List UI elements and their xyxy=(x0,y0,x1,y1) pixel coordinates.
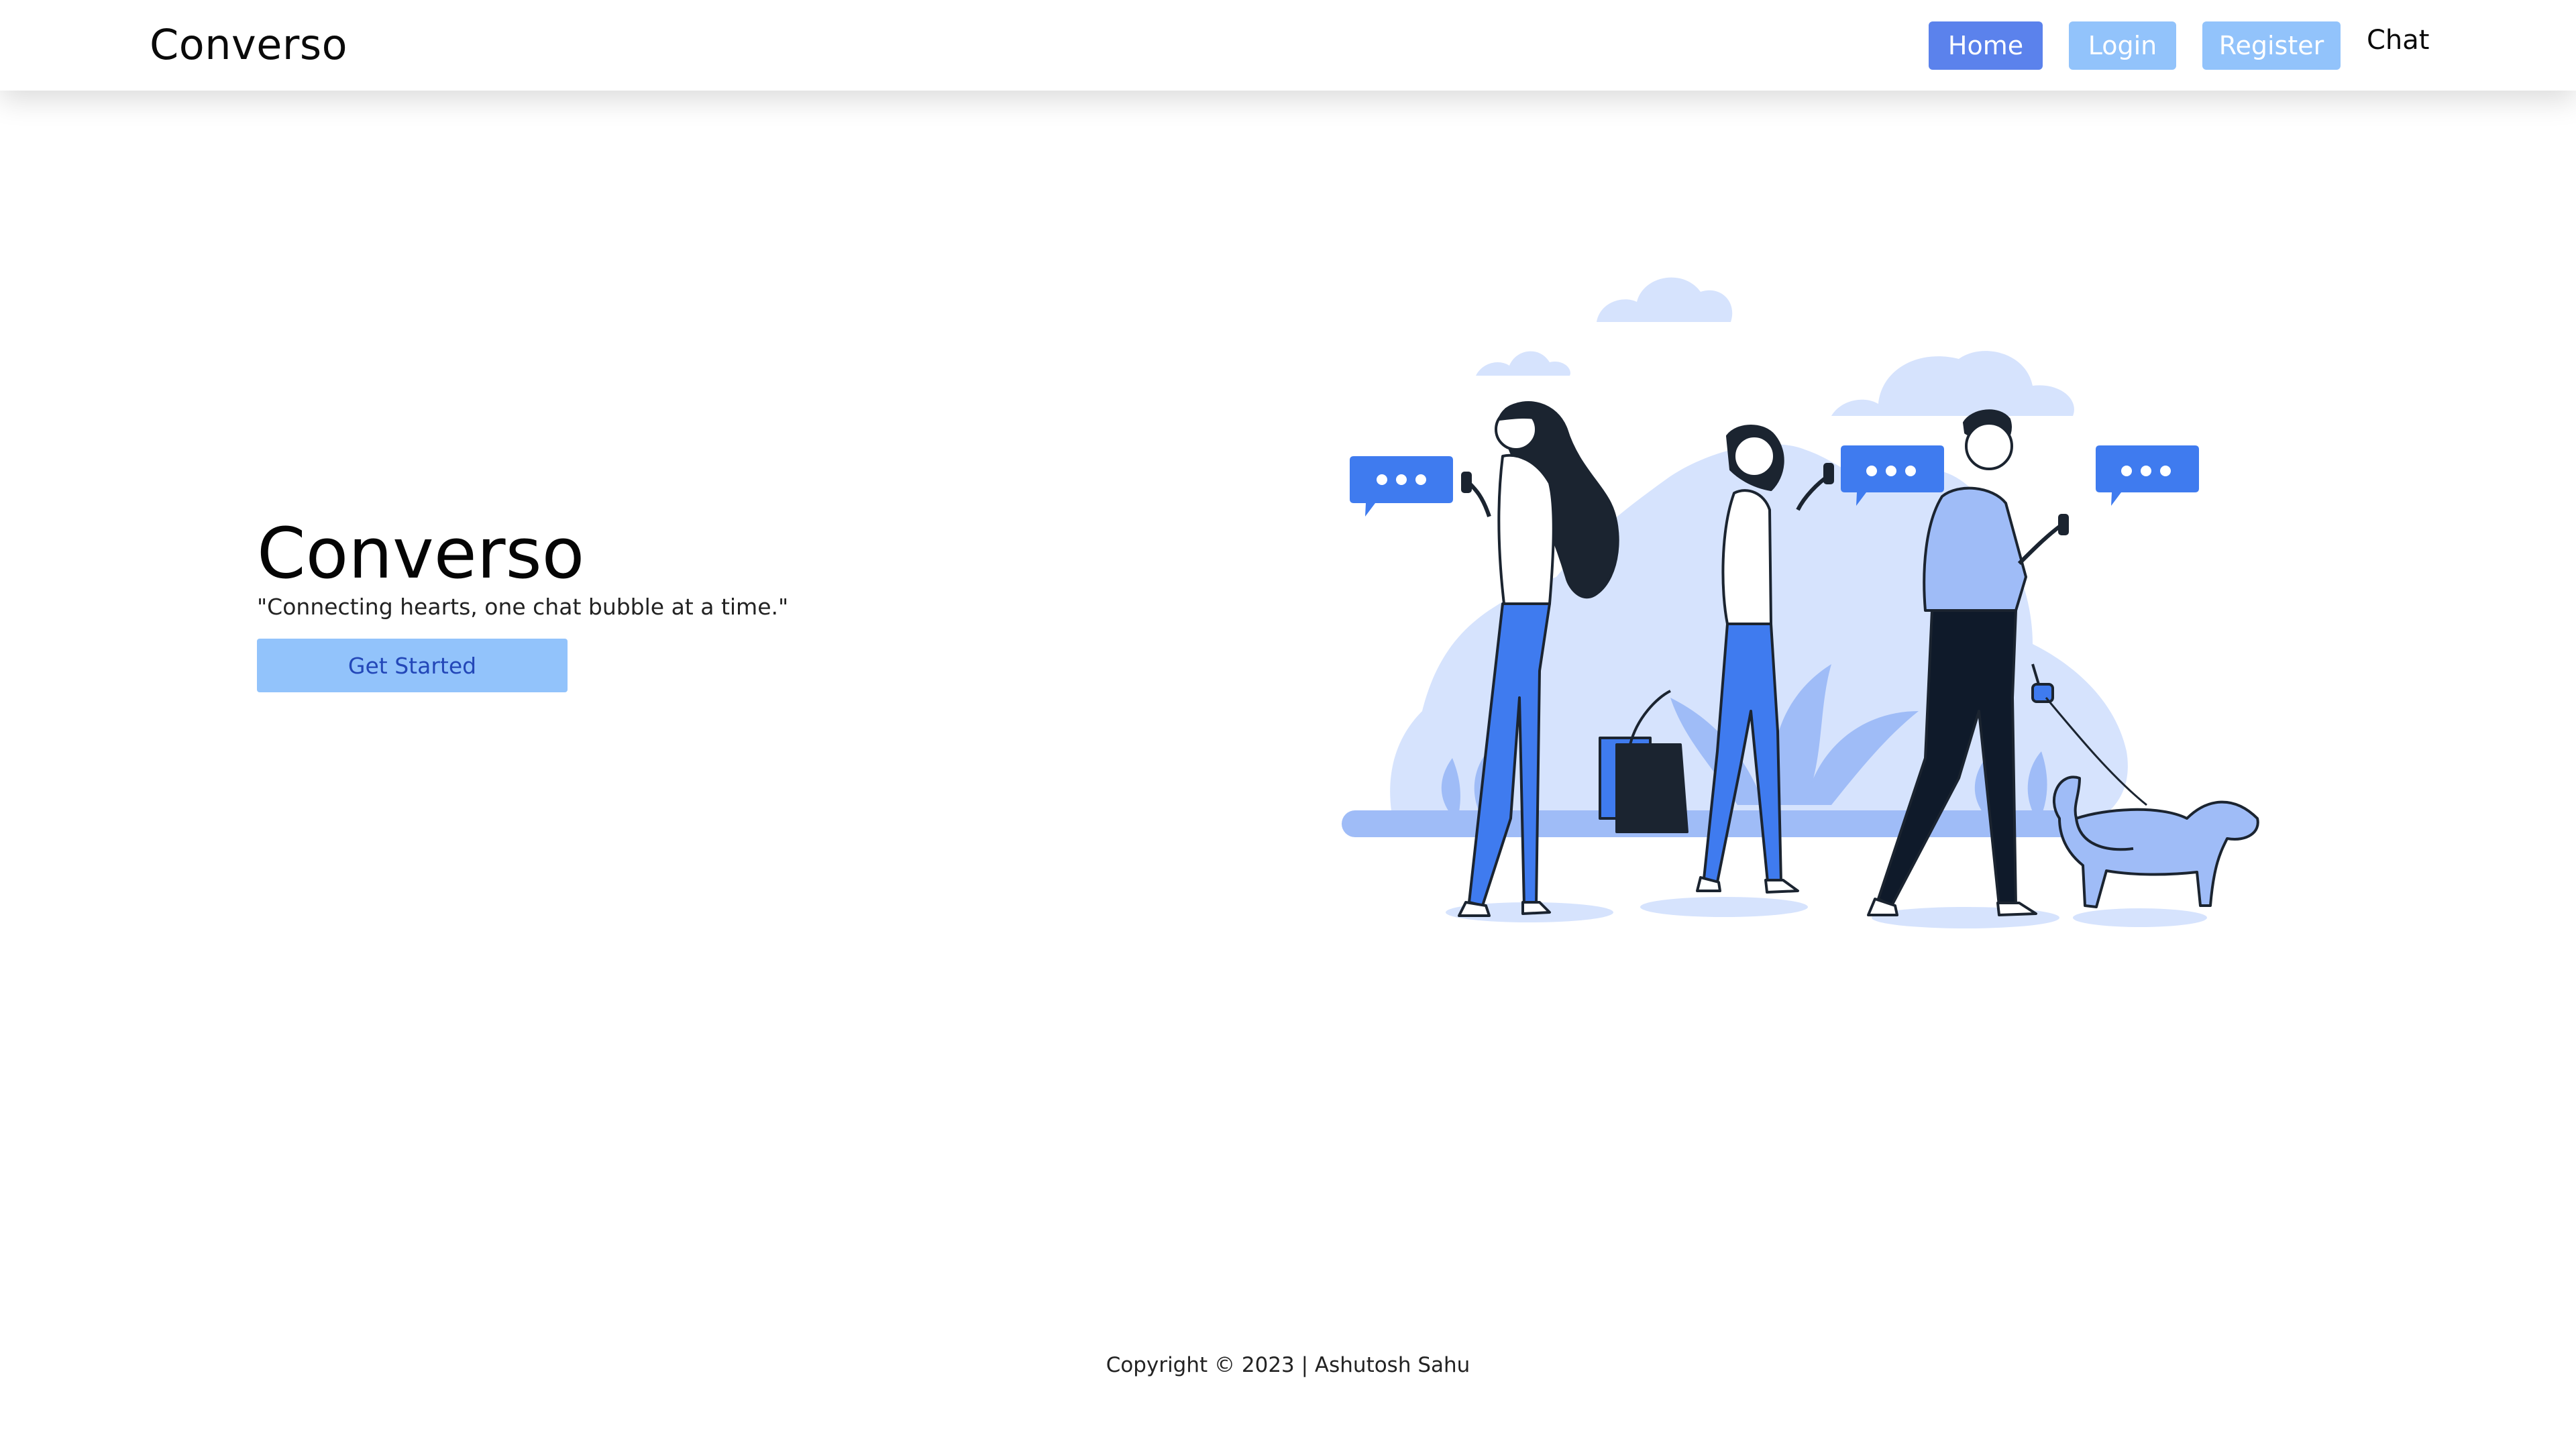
chat-bubble-icon xyxy=(2096,445,2199,506)
hero-tagline: "Connecting hearts, one chat bubble at a… xyxy=(257,594,789,620)
home-button[interactable]: Home xyxy=(1929,21,2043,70)
get-started-button[interactable]: Get Started xyxy=(257,639,568,692)
chat-link[interactable]: Chat xyxy=(2367,20,2429,60)
brand-logo[interactable]: Converso xyxy=(150,17,347,72)
cloud-shape xyxy=(1476,277,2074,416)
hero-illustration xyxy=(1342,277,2259,928)
chat-bubble-icon xyxy=(1350,456,1453,517)
footer-copyright: Copyright © 2023 | Ashutosh Sahu xyxy=(1106,1353,1470,1377)
navbar: Converso Home Login Register Chat xyxy=(0,0,2576,91)
login-button[interactable]: Login xyxy=(2069,21,2176,70)
hero-title: Converso xyxy=(257,513,585,594)
register-button[interactable]: Register xyxy=(2202,21,2341,70)
